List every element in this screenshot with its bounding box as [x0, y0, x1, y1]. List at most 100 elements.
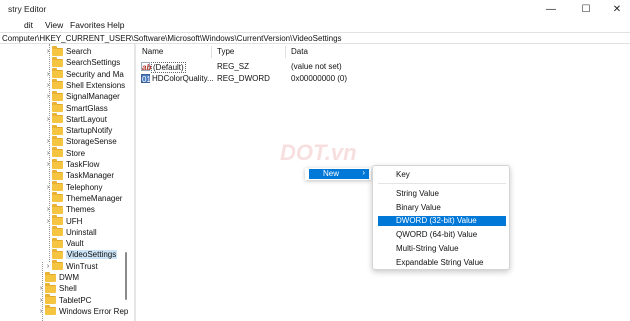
new-submenu: Key String Value Binary Value DWORD (32-… — [372, 165, 510, 270]
chevron-right-icon[interactable]: › — [44, 71, 52, 78]
submenu-item-multi-string-value[interactable]: Multi-String Value — [378, 244, 506, 254]
column-separator[interactable] — [211, 46, 212, 58]
value-row-hdcolorquality[interactable]: 011 HDColorQuality... REG_DWORD 0x000000… — [137, 74, 437, 85]
registry-tree[interactable]: › Search SearchSettings › Security and Ma › Sh… — [0, 44, 130, 321]
tree-item-taskflow[interactable]: › TaskFlow — [44, 158, 99, 170]
tree-item-dwm[interactable]: DWM — [37, 271, 79, 283]
column-header-type[interactable]: Type — [217, 47, 234, 56]
tree-item-startlayout[interactable]: › StartLayout — [44, 113, 107, 125]
value-data: (value not set) — [291, 62, 342, 71]
tree-item-themes[interactable]: › Themes — [44, 203, 95, 215]
tree-item-label: WinTrust — [66, 261, 98, 271]
tree-item-label: SignalManager — [66, 92, 120, 102]
menu-favorites[interactable]: Favorites — [70, 20, 105, 30]
tree-item-label: ThemeManager — [66, 193, 123, 203]
tree-item-search[interactable]: › Search — [44, 45, 91, 57]
value-type: REG_SZ — [217, 62, 250, 71]
tree-item-thememanager[interactable]: ThemeManager — [44, 192, 123, 204]
pane-splitter[interactable] — [134, 44, 136, 321]
column-separator[interactable] — [285, 46, 286, 58]
tree-item-label: TaskManager — [66, 171, 115, 181]
chevron-right-icon[interactable]: › — [44, 206, 52, 213]
folder-icon — [52, 68, 63, 79]
chevron-right-icon[interactable]: › — [44, 161, 52, 168]
chevron-right-icon[interactable]: › — [44, 218, 52, 225]
tree-item-store[interactable]: › Store — [44, 147, 86, 159]
chevron-right-icon[interactable]: › — [44, 263, 52, 270]
column-header-name[interactable]: Name — [142, 47, 163, 56]
tree-item-tabletpc[interactable]: › TabletPC — [37, 294, 91, 306]
menu-help[interactable]: Help — [107, 20, 124, 30]
tree-item-telephony[interactable]: › Telephony — [44, 181, 103, 193]
submenu-item-binary-value[interactable]: Binary Value — [378, 203, 506, 213]
chevron-right-icon[interactable]: › — [44, 138, 52, 145]
folder-icon — [52, 260, 63, 271]
chevron-right-icon[interactable]: › — [44, 184, 52, 191]
folder-icon — [52, 203, 63, 214]
tree-item-label: DWM — [59, 273, 79, 282]
submenu-item-dword-value[interactable]: DWORD (32-bit) Value — [378, 216, 506, 226]
tree-item-label: Shell Extensions — [66, 80, 126, 90]
folder-icon — [52, 192, 63, 203]
chevron-right-icon[interactable]: › — [37, 308, 45, 315]
tree-item-label: Telephony — [66, 182, 103, 192]
tree-item-label: Vault — [66, 239, 84, 249]
close-icon: ✕ — [612, 4, 622, 15]
tree-item-label: SearchSettings — [66, 58, 121, 68]
tree-item-label: StartupNotify — [66, 126, 113, 136]
tree-scrollbar[interactable] — [122, 44, 130, 321]
tree-item-uninstall[interactable]: Uninstall — [44, 226, 97, 238]
menu-view[interactable]: View — [45, 20, 63, 30]
submenu-item-key[interactable]: Key — [378, 170, 506, 180]
chevron-right-icon[interactable]: › — [44, 93, 52, 100]
tree-item-taskmanager[interactable]: TaskManager — [44, 169, 115, 181]
tree-item-searchsettings[interactable]: SearchSettings — [44, 56, 121, 68]
tree-item-storagesense[interactable]: › StorageSense — [44, 135, 117, 147]
minimize-button[interactable]: — — [534, 0, 568, 19]
folder-icon — [45, 294, 56, 305]
tree-item-startupnotify[interactable]: StartupNotify — [44, 124, 113, 136]
maximize-button[interactable]: ☐ — [569, 0, 603, 19]
folder-icon — [52, 45, 63, 56]
chevron-right-icon[interactable]: › — [37, 285, 45, 292]
folder-icon — [52, 102, 63, 112]
chevron-right-icon[interactable]: › — [37, 297, 45, 304]
chevron-right-icon: › — [362, 168, 365, 177]
context-menu-new[interactable]: New › — [309, 168, 369, 179]
submenu-item-string-value[interactable]: String Value — [378, 189, 506, 199]
close-button[interactable]: ✕ — [600, 0, 630, 19]
folder-icon — [52, 147, 63, 158]
tree-item-label: StartLayout — [66, 114, 107, 124]
tree-item-videosettings[interactable]: VideoSettings — [44, 248, 118, 260]
submenu-item-label: DWORD (32-bit) Value — [396, 216, 477, 225]
chevron-right-icon[interactable]: › — [44, 48, 52, 55]
folder-icon — [45, 271, 56, 282]
submenu-item-label: Expandable String Value — [396, 258, 484, 267]
menu-edit[interactable]: dit — [24, 20, 33, 30]
tree-item-label: StorageSense — [66, 137, 117, 147]
tree-item-label: Store — [66, 148, 86, 158]
folder-icon — [52, 169, 63, 180]
scrollbar-thumb[interactable] — [125, 252, 127, 300]
column-header-data[interactable]: Data — [291, 47, 308, 56]
tree-item-smartglass[interactable]: SmartGlass — [44, 102, 108, 114]
tree-item-security-and-ma[interactable]: › Security and Ma — [44, 68, 124, 80]
tree-item-label: Themes — [66, 205, 95, 215]
value-row-default[interactable]: ab (Default) REG_SZ (value not set) — [137, 62, 437, 73]
submenu-item-qword-value[interactable]: QWORD (64-bit) Value — [378, 230, 506, 240]
value-type: REG_DWORD — [217, 74, 270, 83]
tree-item-label: Uninstall — [66, 227, 97, 237]
chevron-right-icon[interactable]: › — [44, 116, 52, 123]
chevron-right-icon[interactable]: › — [44, 150, 52, 157]
tree-item-signalmanager[interactable]: › SignalManager — [44, 90, 120, 102]
address-bar[interactable]: Computer\HKEY_CURRENT_USER\Software\Micr… — [0, 32, 630, 44]
string-value-icon: ab — [141, 62, 152, 72]
tree-item-shell-extensions[interactable]: › Shell Extensions — [44, 79, 126, 91]
folder-icon — [45, 282, 56, 293]
folder-icon — [52, 135, 63, 146]
tree-item-wintrust[interactable]: › WinTrust — [44, 260, 98, 272]
submenu-item-expandable-string-value[interactable]: Expandable String Value — [378, 258, 506, 268]
tree-item-windows-error-rep[interactable]: › Windows Error Rep — [37, 305, 128, 317]
folder-icon — [52, 226, 63, 237]
chevron-right-icon[interactable]: › — [44, 82, 52, 89]
